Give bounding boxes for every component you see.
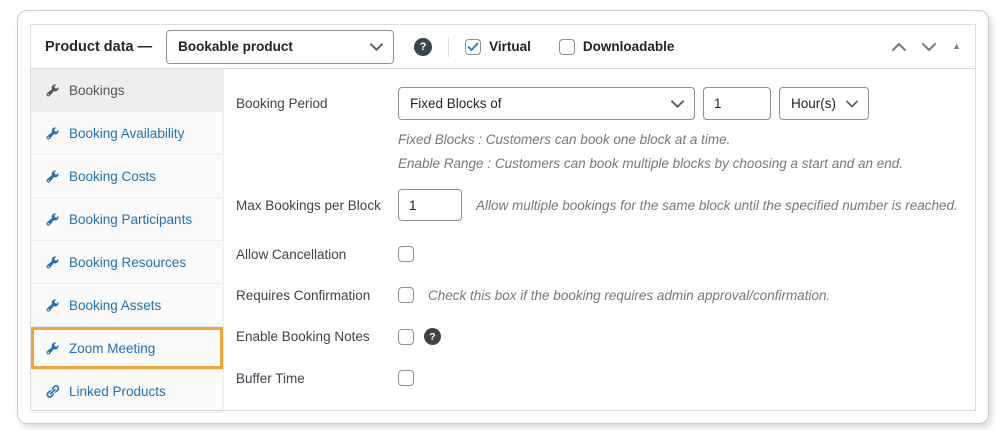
chevron-down-icon [370,42,384,51]
max-bookings-description: Allow multiple bookings for the same blo… [476,197,958,213]
requires-confirmation-label: Requires Confirmation [236,287,371,303]
panel-title: Product data — [45,38,153,55]
help-icon[interactable]: ? [414,37,433,56]
downloadable-checkbox[interactable] [558,38,575,55]
booking-period-label: Booking Period [236,96,328,111]
sidebar-item-linked-products[interactable]: Linked Products [31,370,223,413]
enable-range-description: Enable Range : Customers can book multip… [398,156,904,171]
sidebar-item-label: Booking Availability [69,125,185,141]
bookings-settings-pane: Booking Period Fixed Blocks of Hour(s) F… [224,69,975,410]
sidebar-item-booking-resources[interactable]: Booking Resources [31,241,223,284]
booking-period-unit-value: Hour(s) [791,96,837,111]
sidebar-item-booking-participants[interactable]: Booking Participants [31,198,223,241]
requires-confirmation-row: Requires Confirmation Check this box if … [236,287,961,303]
screenshot-frame: Product data — Bookable product ? Virtua… [17,10,989,424]
toggle-panel-icon[interactable]: ▲ [952,42,961,51]
booking-period-type-value: Fixed Blocks of [410,96,502,111]
allow-cancellation-label: Allow Cancellation [236,246,347,262]
product-type-select[interactable]: Bookable product [166,29,395,64]
downloadable-label: Downloadable [582,39,675,54]
wrench-icon [45,298,60,313]
sidebar-item-label: Booking Participants [69,211,193,227]
requires-confirmation-checkbox[interactable] [398,287,414,303]
allow-cancellation-checkbox[interactable] [398,246,414,262]
wrench-icon [45,212,60,227]
product-data-panel: Product data — Bookable product ? Virtua… [30,24,976,413]
enable-booking-notes-checkbox[interactable] [398,328,414,345]
booking-period-unit-select[interactable]: Hour(s) [779,87,869,120]
booking-notes-help-icon[interactable]: ? [424,328,441,345]
sidebar-item-booking-assets[interactable]: Booking Assets [31,284,223,327]
wrench-icon [45,126,60,141]
sidebar-item-label: Booking Costs [69,168,157,184]
panel-header: Product data — Bookable product ? Virtua… [31,25,975,69]
header-controls: ▲ [892,42,961,51]
sidebar-item-booking-costs[interactable]: Booking Costs [31,155,223,198]
sidebar: Bookings Booking Availability Booking Co… [31,69,224,413]
enable-booking-notes-label: Enable Booking Notes [236,329,370,344]
booking-period-row: Booking Period Fixed Blocks of Hour(s) [236,87,961,120]
allow-cancellation-row: Allow Cancellation [236,246,961,262]
sidebar-item-label: Bookings [69,82,125,98]
requires-confirmation-description: Check this box if the booking requires a… [428,287,831,303]
link-icon [45,384,60,399]
move-down-icon[interactable] [922,42,937,51]
buffer-time-label: Buffer Time [236,370,305,386]
max-bookings-label: Max Bookings per Block [236,197,381,213]
chevron-down-icon [846,100,858,107]
product-type-value: Bookable product [178,39,293,54]
sidebar-item-bookings[interactable]: Bookings [31,69,223,112]
sidebar-item-zoom-meeting[interactable]: Zoom Meeting [31,327,223,370]
booking-period-type-select[interactable]: Fixed Blocks of [398,87,695,120]
virtual-checkbox[interactable] [465,38,482,55]
wrench-icon [45,169,60,184]
chevron-down-icon [671,99,684,108]
enable-booking-notes-row: Enable Booking Notes ? [236,328,961,345]
wrench-icon [45,341,60,356]
virtual-label: Virtual [489,39,531,54]
sidebar-item-booking-availability[interactable]: Booking Availability [31,112,223,155]
fixed-blocks-description: Fixed Blocks : Customers can book one bl… [398,132,731,147]
move-up-icon[interactable] [892,42,907,51]
wrench-icon [45,255,60,270]
max-bookings-input[interactable] [398,189,462,221]
buffer-time-checkbox[interactable] [398,370,414,386]
sidebar-item-label: Booking Assets [69,297,162,313]
wrench-icon [45,83,60,98]
booking-period-count-input[interactable] [703,87,771,120]
panel-body: Bookings Booking Availability Booking Co… [31,69,975,413]
buffer-time-row: Buffer Time [236,370,961,386]
check-icon [467,42,479,51]
sidebar-item-label: Booking Resources [69,254,187,270]
sidebar-item-label: Linked Products [69,383,166,399]
sidebar-item-label: Zoom Meeting [69,340,156,356]
max-bookings-row: Max Bookings per Block Allow multiple bo… [236,189,961,221]
divider [448,36,450,57]
